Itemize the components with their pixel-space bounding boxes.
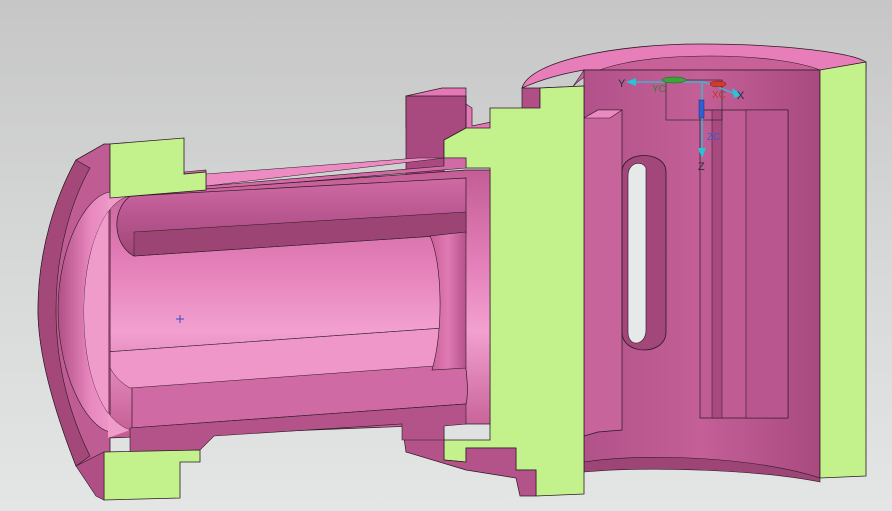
left-tube[interactable]: [105, 157, 491, 453]
xc-label: XC: [712, 90, 726, 101]
y-label: Y: [618, 78, 626, 90]
housing-slot-inner: [627, 163, 647, 344]
graphics-viewport[interactable]: X Y Z XC YC ZC: [0, 0, 892, 511]
housing-section-right: [819, 61, 867, 479]
xc-handle-icon: [709, 80, 727, 88]
housing-outer-left-wall: [521, 87, 541, 111]
zc-handle-icon: [698, 99, 705, 119]
x-label: X: [737, 90, 745, 102]
housing-inner-post: [583, 109, 623, 437]
zc-label: ZC: [707, 132, 720, 143]
housing-right-rib-face: [745, 109, 789, 419]
z-label: Z: [698, 161, 705, 173]
yc-label: YC: [652, 84, 666, 95]
left-flange-section-top: [109, 137, 207, 199]
model-canvas[interactable]: X Y Z XC YC ZC: [0, 0, 892, 511]
housing-right-rib-groove: [711, 109, 723, 419]
yc-handle-icon: [661, 76, 687, 84]
left-flange-section-bottom: [103, 449, 201, 501]
